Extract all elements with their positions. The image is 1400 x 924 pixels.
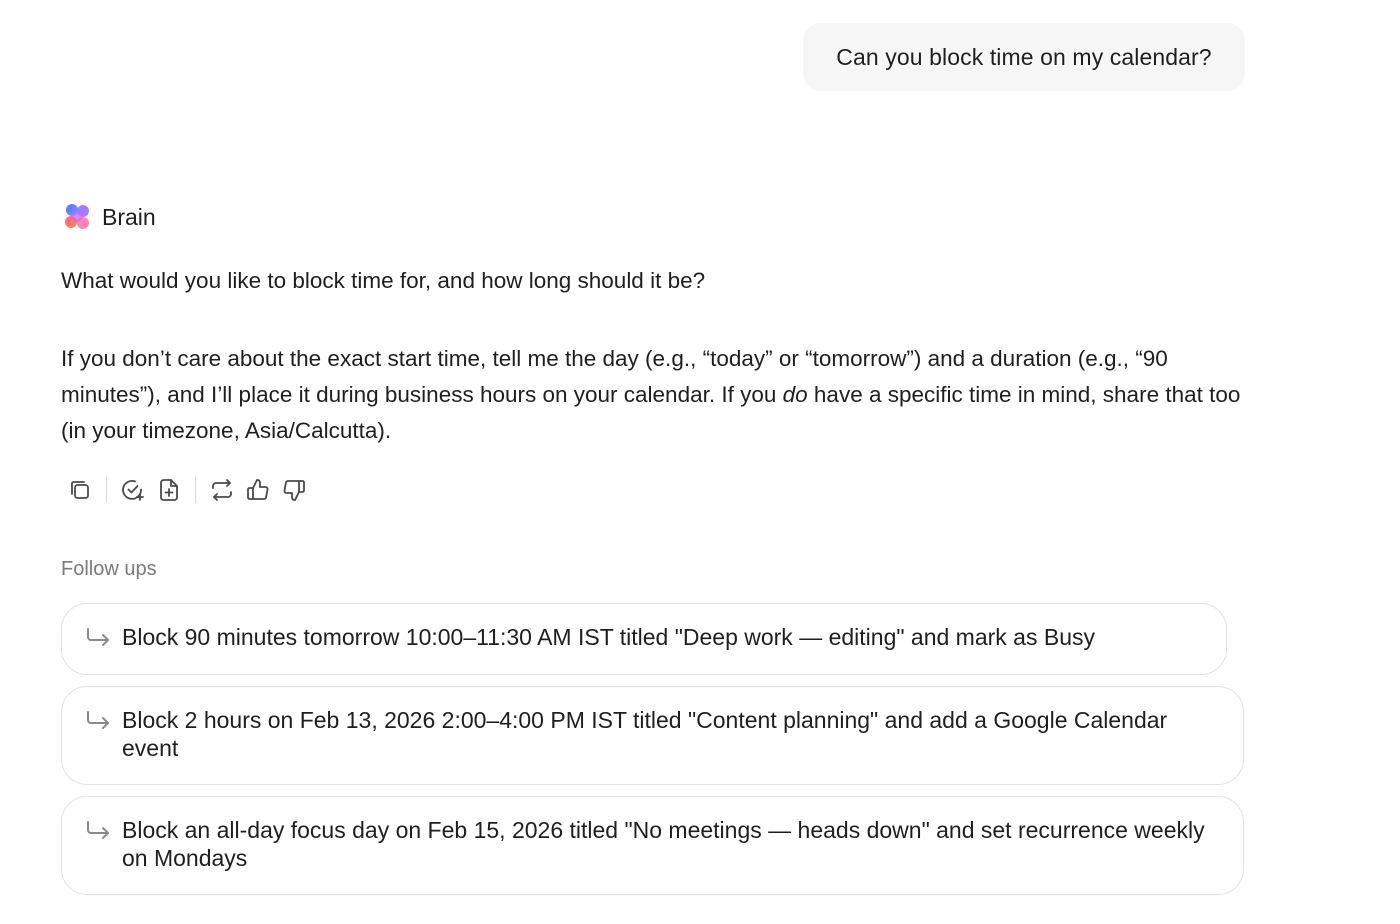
followup-suggestion[interactable]: Block 2 hours on Feb 13, 2026 2:00–4:00 … xyxy=(61,686,1244,785)
followups-label: Follow ups xyxy=(61,558,157,580)
check-add-icon[interactable] xyxy=(115,472,151,508)
followup-suggestion[interactable]: Block 90 minutes tomorrow 10:00–11:30 AM… xyxy=(61,603,1227,675)
followup-text: Block an all-day focus day on Feb 15, 20… xyxy=(122,817,1205,871)
regenerate-icon[interactable] xyxy=(204,472,240,508)
followup-suggestion[interactable]: Block an all-day focus day on Feb 15, 20… xyxy=(61,796,1244,895)
brain-logo-icon xyxy=(60,200,94,234)
assistant-header: Brain xyxy=(60,198,156,236)
thumbs-down-icon[interactable] xyxy=(276,472,312,508)
followup-text: Block 90 minutes tomorrow 10:00–11:30 AM… xyxy=(122,624,1095,650)
copy-icon[interactable] xyxy=(62,472,98,508)
thumbs-up-icon[interactable] xyxy=(240,472,276,508)
assistant-answer-detail: If you don’t care about the exact start … xyxy=(61,341,1251,449)
reply-arrow-icon xyxy=(87,628,109,646)
toolbar-divider xyxy=(195,477,196,503)
chat-page: Can you block time on my calendar? Brain… xyxy=(0,0,1400,924)
assistant-name: Brain xyxy=(102,203,156,230)
reply-arrow-icon xyxy=(87,711,109,729)
user-message-text: Can you block time on my calendar? xyxy=(836,44,1212,70)
followup-text: Block 2 hours on Feb 13, 2026 2:00–4:00 … xyxy=(122,707,1168,761)
message-action-toolbar xyxy=(62,472,312,508)
assistant-answer-question: What would you like to block time for, a… xyxy=(61,263,1251,299)
user-message-bubble: Can you block time on my calendar? xyxy=(803,23,1245,91)
answer-detail-paragraph: If you don’t care about the exact start … xyxy=(61,341,1251,449)
toolbar-divider xyxy=(106,477,107,503)
answer-question-text: What would you like to block time for, a… xyxy=(61,268,706,293)
new-doc-icon[interactable] xyxy=(151,472,187,508)
reply-arrow-icon xyxy=(87,821,109,839)
answer-detail-emphasis: do xyxy=(782,382,808,407)
